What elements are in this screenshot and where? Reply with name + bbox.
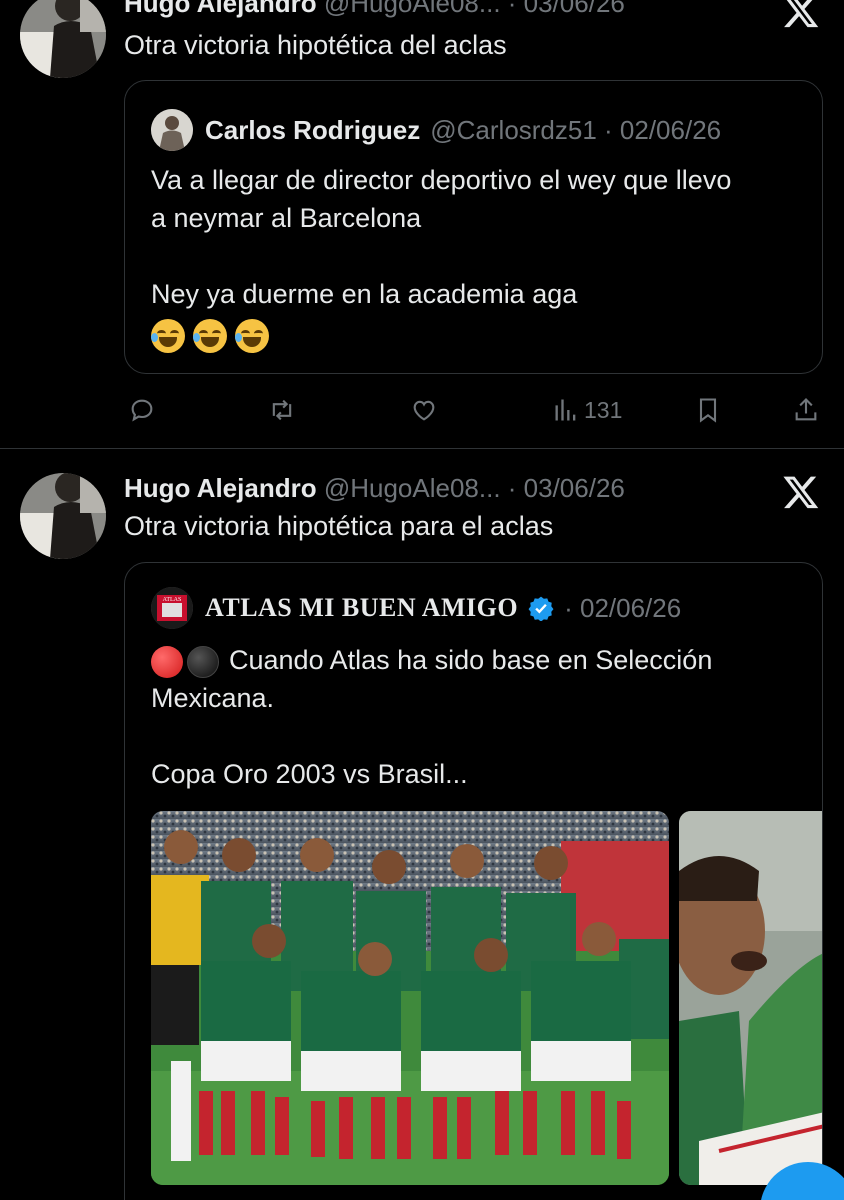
view-count: 131	[584, 396, 623, 423]
laughing-emoji-icon	[151, 318, 185, 353]
black-circle-emoji-icon	[187, 645, 219, 678]
author-name[interactable]: Hugo Alejandro	[124, 0, 317, 18]
share-button[interactable]	[792, 390, 820, 430]
laughing-emoji-icon	[235, 318, 269, 353]
post[interactable]: Hugo Alejandro @HugoAle08... · 03/06/26 …	[0, 0, 844, 448]
author-handle[interactable]: @HugoAle08...	[324, 473, 501, 503]
quote-text: Cuando Atlas ha sido base en Selección M…	[151, 641, 796, 793]
quote-header: Carlos Rodriguez @Carlosrdz51 · 02/06/26	[151, 109, 721, 151]
action-bar: 131	[124, 390, 824, 430]
quote-avatar[interactable]	[151, 109, 193, 151]
share-icon	[795, 398, 817, 421]
x-logo-icon[interactable]	[782, 0, 820, 30]
post-date[interactable]: · 03/06/26	[508, 0, 625, 18]
avatar[interactable]	[20, 0, 106, 78]
like-icon	[413, 400, 435, 421]
red-circle-emoji-icon	[151, 645, 183, 678]
post-header: Hugo Alejandro @HugoAle08... · 03/06/26	[124, 473, 625, 504]
quote-author[interactable]: Carlos Rodriguez	[205, 115, 420, 146]
repost-button[interactable]	[268, 390, 296, 430]
quote-avatar[interactable]: ATLAS	[151, 587, 193, 629]
quote-avatar-text: ATLAS	[163, 597, 182, 603]
x-logo-icon[interactable]	[782, 473, 820, 511]
author-handle[interactable]: @HugoAle08...	[324, 0, 501, 18]
repost-icon	[272, 399, 292, 421]
player-photo[interactable]	[679, 811, 822, 1185]
quote-text: Va a llegar de director deportivo el wey…	[151, 161, 796, 353]
laughing-emoji-icon	[193, 318, 227, 353]
quote-header: ATLAS ATLAS MI BUEN AMIGO · 02/06/26	[151, 587, 681, 629]
views-button[interactable]: 131	[552, 390, 622, 430]
quote-line: Ney ya duerme en la academia aga	[151, 279, 578, 309]
views-icon	[555, 399, 576, 421]
quoted-post[interactable]: Carlos Rodriguez @Carlosrdz51 · 02/06/26…	[124, 80, 823, 374]
bookmark-icon	[699, 398, 717, 423]
quote-author[interactable]: ATLAS MI BUEN AMIGO	[205, 593, 518, 623]
reply-icon	[131, 399, 153, 422]
post-date[interactable]: · 03/06/26	[508, 473, 625, 503]
team-photo[interactable]	[151, 811, 669, 1185]
quote-line: Mexicana.	[151, 683, 275, 713]
quote-line: a neymar al Barcelona	[151, 203, 422, 233]
quote-handle[interactable]: @Carlosrdz51 · 02/06/26	[430, 115, 721, 146]
verified-icon	[528, 596, 554, 621]
post-text: Otra victoria hipotética del aclas	[124, 30, 507, 60]
post-header: Hugo Alejandro @HugoAle08... · 03/06/26	[124, 0, 625, 19]
emoji-row	[151, 315, 796, 353]
quoted-post[interactable]: ATLAS ATLAS MI BUEN AMIGO · 02/06/26 Cua…	[124, 562, 823, 1200]
bookmark-button[interactable]	[694, 390, 722, 430]
quote-date[interactable]: · 02/06/26	[564, 593, 681, 624]
quote-line: Cuando Atlas ha sido base en Selección	[151, 641, 796, 679]
author-name[interactable]: Hugo Alejandro	[124, 473, 317, 503]
reply-button[interactable]	[128, 390, 156, 430]
post-text: Otra victoria hipotética para el aclas	[124, 511, 554, 541]
avatar[interactable]	[20, 473, 106, 559]
quote-line: Va a llegar de director deportivo el wey…	[151, 165, 732, 195]
quote-line: Copa Oro 2003 vs Brasil...	[151, 759, 468, 789]
post[interactable]: Hugo Alejandro @HugoAle08... · 03/06/26 …	[0, 449, 844, 1200]
like-button[interactable]	[410, 390, 438, 430]
